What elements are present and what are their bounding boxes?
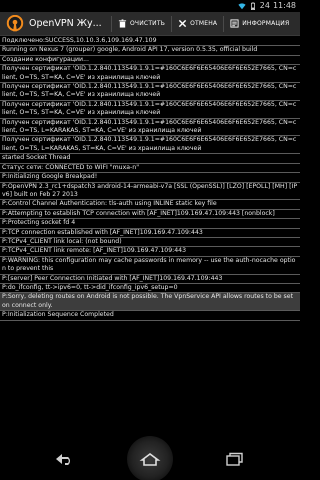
- recents-icon: [226, 452, 243, 466]
- navigation-bar: [0, 435, 300, 480]
- log-line: P:Initialization Sequence Completed: [0, 311, 300, 321]
- log-line: P:Protecting socket fd 4: [0, 219, 300, 229]
- cancel-button-label: ОТМЕНА: [190, 20, 218, 27]
- battery-icon: [250, 2, 255, 10]
- log-line: started Socket Thread: [0, 154, 300, 164]
- openvpn-logo-icon[interactable]: [4, 13, 26, 35]
- log-line: P:TCPv4_CLIENT link local: (not bound): [0, 238, 300, 248]
- log-line: Running on Nexus 7 (grouper) google, And…: [0, 46, 300, 56]
- clear-button[interactable]: ОЧИСТИТЬ: [112, 12, 171, 36]
- log-line: Создание конфигурации...: [0, 56, 300, 66]
- app-title: OpenVPN Жу...: [29, 18, 102, 29]
- info-button-label: ИНФОРМАЦИЯ: [242, 20, 290, 27]
- log-line: Получен сертификат 'OID.1.2.840.113549.1…: [0, 136, 300, 155]
- info-button[interactable]: ИНФОРМАЦИЯ: [224, 12, 295, 36]
- info-icon: [230, 19, 239, 28]
- log-line: P:OpenVPN 2.3_rc1+dspatch3 android-14-ar…: [0, 183, 300, 201]
- log-line: Получен сертификат 'OID.1.2.840.113549.1…: [0, 83, 300, 101]
- action-bar: OpenVPN Жу... ОЧИСТИТЬ ОТМЕНА ИНФОРМАЦИЯ: [0, 12, 300, 36]
- log-line: P:Control Channel Authentication: tls-au…: [0, 200, 300, 210]
- close-icon: [178, 19, 187, 28]
- log-line: P:TCPv4_CLIENT link remote: [AF_INET]109…: [0, 247, 300, 257]
- log-line: P:Initializing Google Breakpad!: [0, 173, 300, 183]
- log-line: P:TCP connection established with [AF_IN…: [0, 229, 300, 238]
- home-icon: [139, 452, 161, 466]
- back-button[interactable]: [51, 445, 79, 473]
- log-line: P:Attempting to establish TCP connection…: [0, 210, 300, 220]
- cancel-button[interactable]: ОТМЕНА: [172, 12, 223, 36]
- log-list[interactable]: Подключено:SUCCESS,10.10.3.6,109.169.47.…: [0, 37, 300, 437]
- log-line: Статус сети: CONNECTED to WIFI "muxa-n": [0, 164, 300, 174]
- log-line: Получен сертификат 'OID.1.2.840.113549.1…: [0, 101, 300, 119]
- log-line: P:[server] Peer Connection Initiated wit…: [0, 275, 300, 284]
- recents-button[interactable]: [221, 445, 249, 473]
- trash-icon: [118, 19, 127, 28]
- battery-percent: 24: [259, 1, 270, 10]
- clock: 11:48: [272, 1, 296, 10]
- log-line: P:WARNING: this configuration may cache …: [0, 257, 300, 275]
- home-button[interactable]: [127, 435, 173, 480]
- log-line: P:do_ifconfig, tt->ipv6=0, tt->did_ifcon…: [0, 284, 300, 294]
- log-line: Подключено:SUCCESS,10.10.3.6,109.169.47.…: [0, 37, 300, 47]
- clear-button-label: ОЧИСТИТЬ: [130, 20, 166, 27]
- status-bar: 24 11:48: [0, 0, 300, 12]
- wifi-icon: [238, 3, 246, 10]
- back-icon: [56, 453, 70, 465]
- log-line: P:Sorry, deleting routes on Android is n…: [0, 293, 300, 312]
- log-line: Получен сертификат 'OID.1.2.840.113549.1…: [0, 119, 300, 137]
- log-line: Получен сертификат 'OID.1.2.840.113549.1…: [0, 65, 300, 84]
